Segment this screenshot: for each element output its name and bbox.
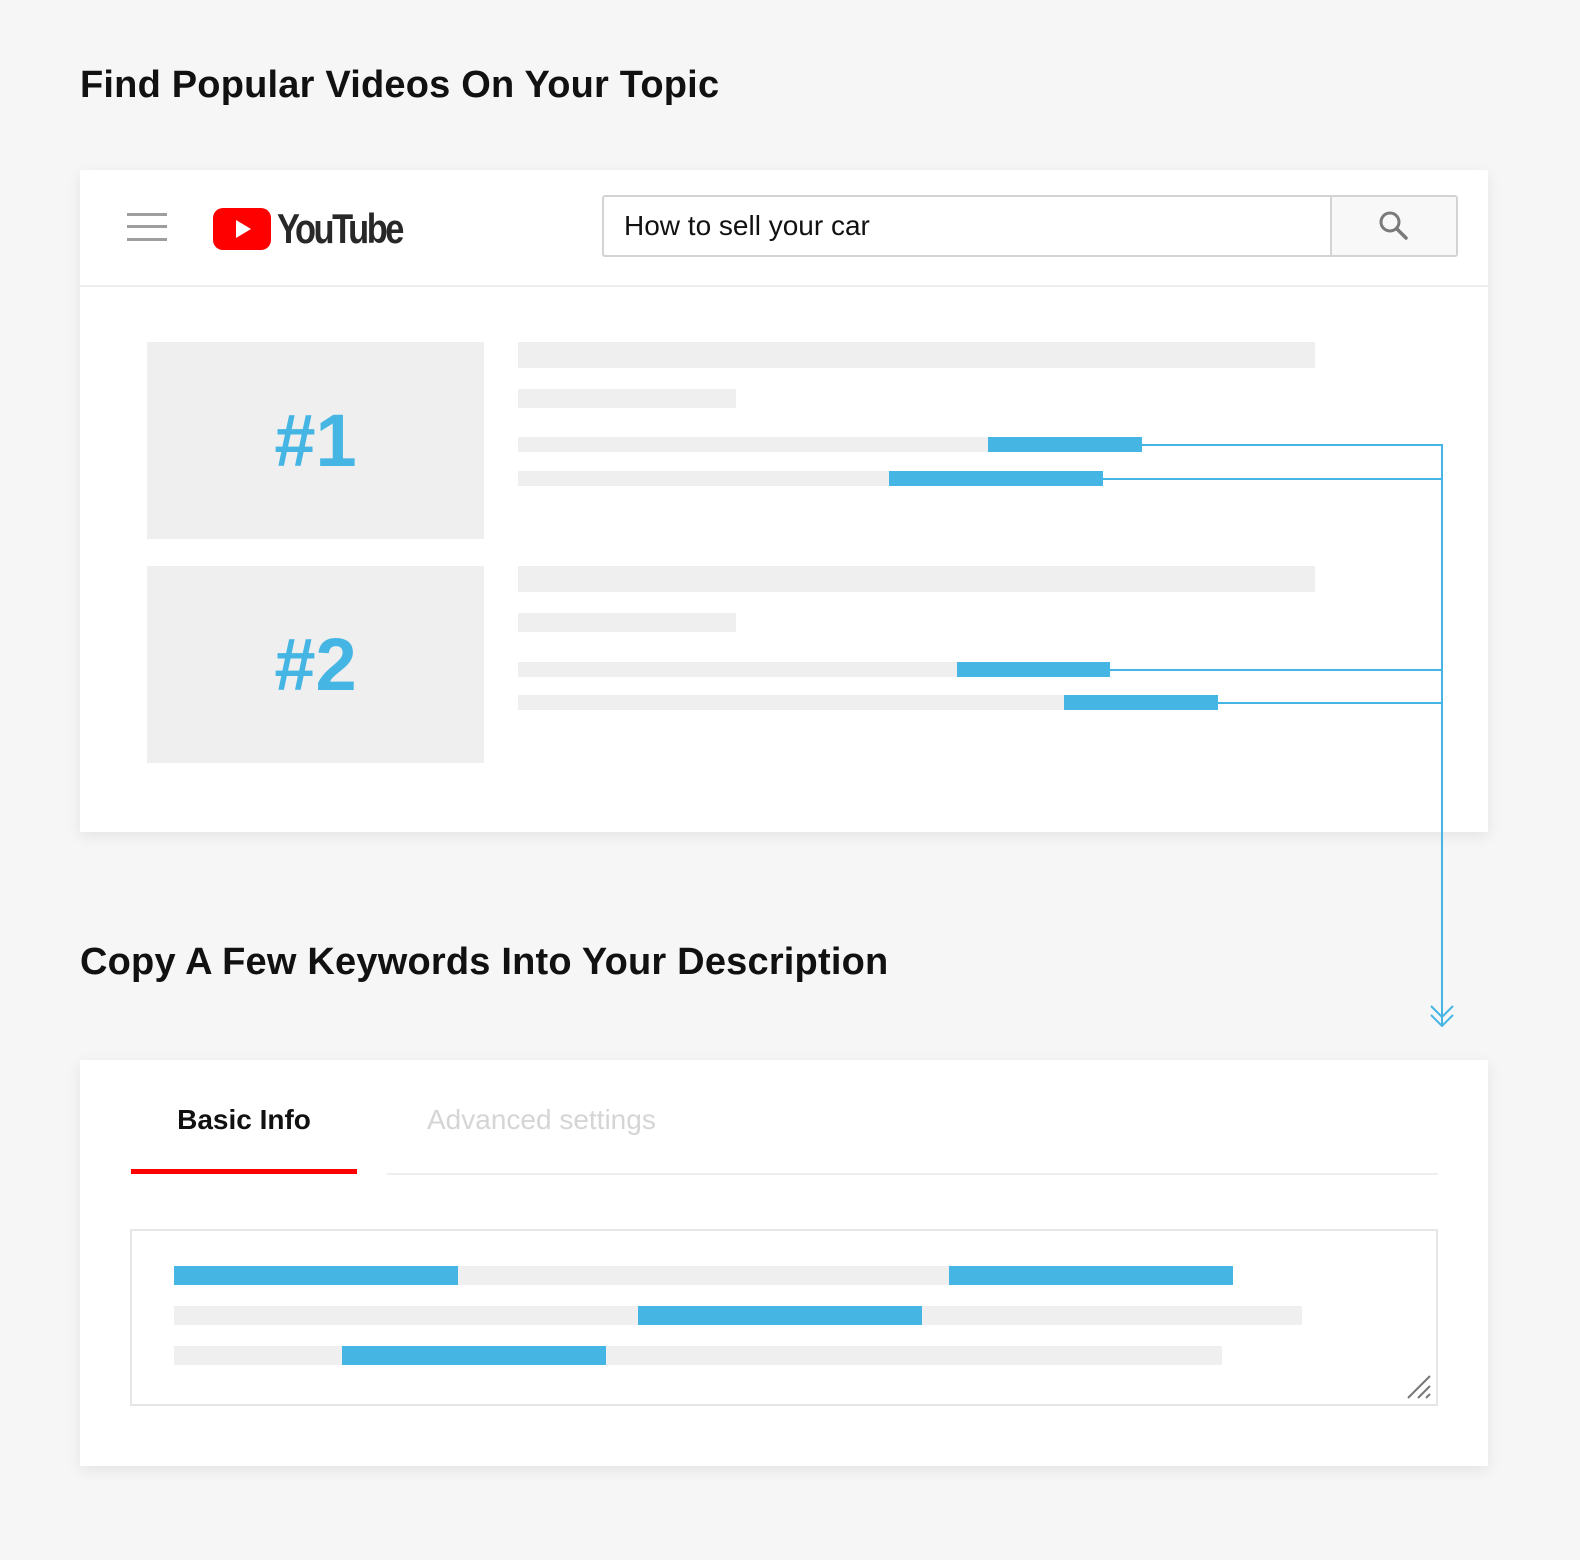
youtube-logo[interactable]: YouTube — [213, 205, 429, 252]
search-input[interactable]: How to sell your car — [602, 195, 1332, 257]
step1-heading: Find Popular Videos On Your Topic — [80, 64, 720, 106]
keyword-highlight — [889, 471, 1103, 486]
search-value: How to sell your car — [624, 210, 870, 241]
double-chevron-down-icon — [1430, 1005, 1454, 1019]
title-placeholder — [518, 342, 1315, 368]
description-textarea[interactable] — [130, 1229, 1438, 1406]
resize-handle-icon[interactable] — [1406, 1374, 1432, 1400]
title-placeholder — [518, 566, 1315, 592]
tab-divider — [387, 1173, 1438, 1175]
tab-label: Advanced settings — [427, 1104, 656, 1135]
keyword-highlight — [1064, 695, 1218, 710]
video-thumbnail-2[interactable]: #2 — [147, 566, 484, 763]
keyword-highlight — [988, 437, 1142, 452]
copied-keyword — [638, 1306, 922, 1325]
copied-keyword — [949, 1266, 1233, 1285]
copied-keyword — [174, 1266, 458, 1285]
magnifier-icon — [1379, 211, 1408, 240]
youtube-logo-text: YouTube — [277, 205, 404, 252]
channel-placeholder — [518, 389, 736, 408]
youtube-search-card: YouTube How to sell your car #1 #2 — [80, 170, 1488, 832]
rank-label: #2 — [274, 623, 357, 706]
search-button[interactable] — [1330, 195, 1458, 257]
hamburger-icon[interactable] — [127, 213, 167, 241]
youtube-play-icon — [213, 208, 271, 250]
tab-basic-info[interactable]: Basic Info — [131, 1100, 357, 1174]
keyword-highlight — [957, 662, 1110, 677]
tab-advanced-settings[interactable]: Advanced settings — [427, 1104, 656, 1136]
channel-placeholder — [518, 613, 736, 632]
tab-label: Basic Info — [177, 1104, 311, 1135]
double-chevron-down-icon — [1430, 1014, 1454, 1028]
text-line — [174, 1346, 1222, 1365]
copied-keyword — [342, 1346, 606, 1365]
rank-label: #1 — [274, 399, 357, 482]
step2-heading: Copy A Few Keywords Into Your Descriptio… — [80, 941, 889, 983]
video-thumbnail-1[interactable]: #1 — [147, 342, 484, 539]
video-details-card: Basic Info Advanced settings — [80, 1060, 1488, 1466]
